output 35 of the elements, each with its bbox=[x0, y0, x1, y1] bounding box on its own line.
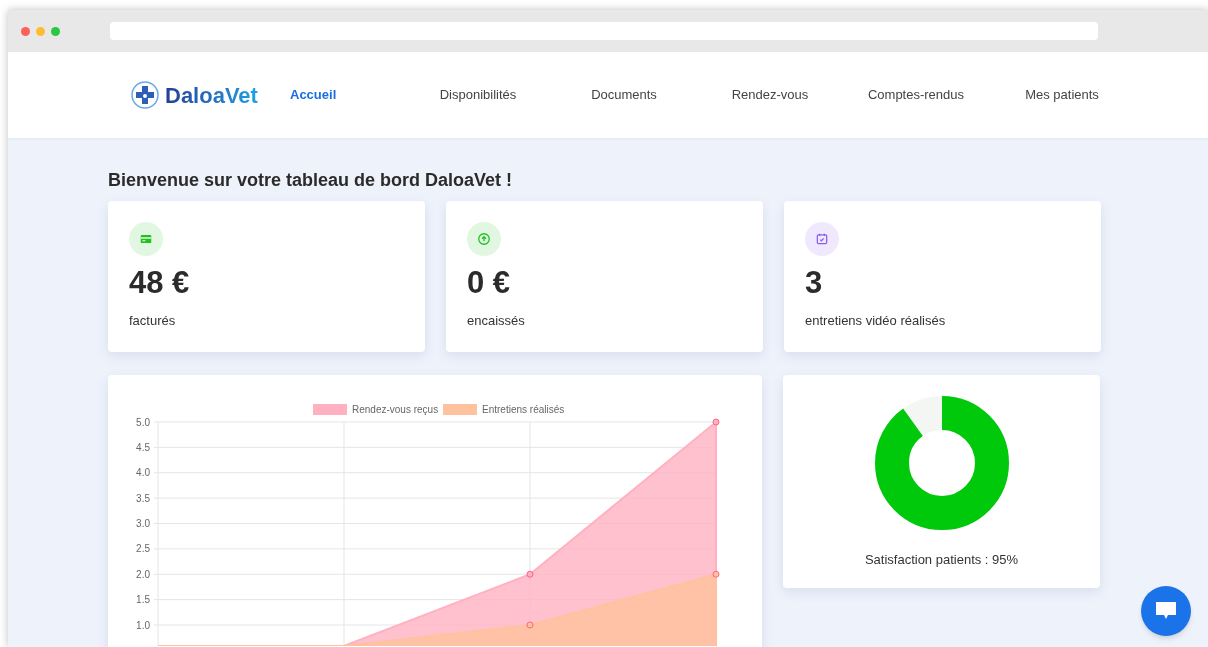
nav-link[interactable]: Documents bbox=[551, 85, 697, 105]
legend-label: Rendez-vous reçus bbox=[352, 404, 439, 415]
nav-link[interactable]: Disponibilités bbox=[405, 85, 551, 105]
stat-label: entretiens vidéo réalisés bbox=[805, 311, 947, 330]
nav-link[interactable]: Rendez-vous bbox=[697, 85, 843, 105]
stat-label: encaissés bbox=[467, 311, 526, 330]
stat-label: facturés bbox=[129, 311, 177, 330]
chat-bubble-icon bbox=[1155, 601, 1177, 621]
stat-value: 48 € bbox=[129, 264, 191, 302]
y-tick-label: 2.0 bbox=[136, 568, 150, 580]
arrow-up-circle-icon bbox=[477, 232, 491, 246]
calendar-check-icon bbox=[815, 232, 829, 246]
nav-link[interactable]: Accueil bbox=[290, 85, 405, 105]
data-point bbox=[526, 621, 534, 629]
data-point bbox=[526, 570, 534, 578]
credit-card-icon bbox=[139, 232, 153, 246]
donut-remainder bbox=[903, 396, 943, 437]
data-point bbox=[712, 418, 720, 426]
page-heading: Bienvenue sur votre tableau de bord DaloaVet ! bbox=[108, 171, 514, 189]
data-point bbox=[712, 570, 720, 578]
y-tick-label: 1.0 bbox=[136, 619, 150, 631]
y-tick-label: 3.5 bbox=[136, 492, 150, 504]
stat-value: 0 € bbox=[467, 264, 512, 302]
nav-link[interactable]: Comptes-rendus bbox=[843, 85, 989, 105]
satisfaction-label: Satisfaction patients : 95% bbox=[864, 551, 1019, 569]
legend-label: Entretiens réalisés bbox=[482, 404, 565, 415]
y-tick-label: 5.0 bbox=[136, 416, 150, 428]
y-tick-label: 4.5 bbox=[136, 441, 150, 453]
nav-link[interactable]: Mes patients bbox=[989, 85, 1135, 105]
y-tick-label: 4.0 bbox=[136, 467, 150, 479]
y-tick-label: 2.5 bbox=[136, 543, 150, 555]
y-tick-label: 3.0 bbox=[136, 518, 150, 529]
y-tick-label: 1.5 bbox=[136, 594, 150, 606]
stat-value: 3 bbox=[805, 264, 824, 302]
logo-icon bbox=[130, 80, 160, 110]
